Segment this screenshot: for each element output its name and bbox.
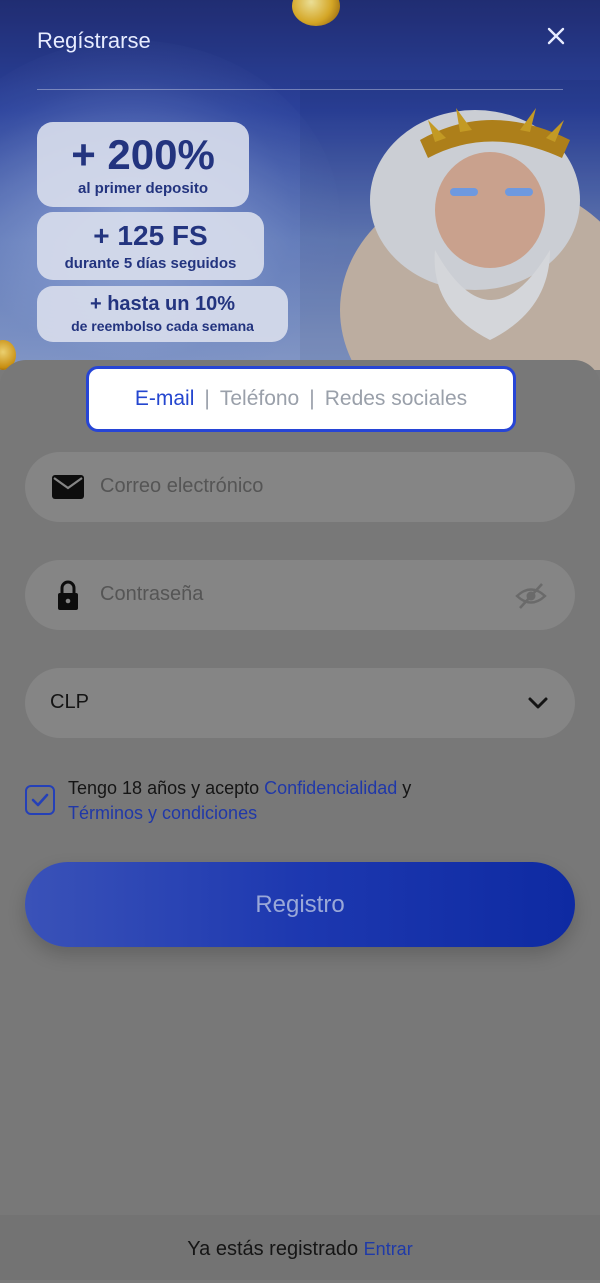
close-icon bbox=[547, 27, 565, 45]
password-placeholder: Contraseña bbox=[100, 583, 204, 605]
envelope-icon bbox=[52, 475, 84, 499]
chevron-down-icon bbox=[528, 697, 548, 709]
promo-title: + hasta un 10% bbox=[89, 293, 236, 315]
email-placeholder: Correo electrónico bbox=[100, 475, 264, 497]
promo-title: + 200% bbox=[71, 131, 215, 178]
register-button[interactable]: Registro bbox=[25, 862, 575, 947]
password-field[interactable]: Contraseña bbox=[25, 560, 575, 630]
tab-separator: | bbox=[204, 387, 210, 410]
checkmark-icon bbox=[31, 793, 49, 807]
page-title: Regístrarse bbox=[37, 28, 151, 53]
registration-method-tabs: E-mail | Teléfono | Redes sociales bbox=[86, 366, 516, 432]
tab-social[interactable]: Redes sociales bbox=[325, 387, 467, 411]
login-link[interactable]: Entrar bbox=[364, 1239, 413, 1259]
promo-subtitle: al primer deposito bbox=[77, 180, 209, 197]
promo-card-free-spins: + 125 FS durante 5 días seguidos bbox=[37, 212, 264, 280]
privacy-link[interactable]: Confidencialidad bbox=[264, 778, 397, 798]
promo-card-cashback: + hasta un 10% de reembolso cada semana bbox=[37, 286, 288, 342]
terms-link[interactable]: Términos y condiciones bbox=[68, 803, 257, 823]
tab-phone[interactable]: Teléfono bbox=[220, 387, 299, 411]
terms-text: Tengo 18 años y acepto Confidencialidad … bbox=[68, 776, 568, 826]
terms-checkbox[interactable] bbox=[25, 785, 55, 815]
hero-banner: Regístrarse + 200% al primer deposito + … bbox=[0, 0, 600, 370]
close-button[interactable] bbox=[540, 20, 572, 52]
promo-title: + 125 FS bbox=[93, 220, 208, 251]
terms-text-before: Tengo 18 años y acepto bbox=[68, 778, 265, 798]
promo-card-deposit: + 200% al primer deposito bbox=[37, 122, 249, 207]
header-divider bbox=[37, 89, 563, 90]
eye-off-icon[interactable] bbox=[515, 581, 547, 611]
promo-subtitle: durante 5 días seguidos bbox=[64, 255, 237, 272]
email-field[interactable]: Correo electrónico bbox=[25, 452, 575, 522]
lock-icon bbox=[58, 580, 78, 610]
currency-select[interactable]: CLP bbox=[25, 668, 575, 738]
promo-subtitle: de reembolso cada semana bbox=[71, 318, 254, 334]
tab-email[interactable]: E-mail bbox=[135, 387, 195, 411]
currency-value: CLP bbox=[50, 691, 89, 713]
terms-and: y bbox=[397, 778, 412, 798]
tab-separator: | bbox=[309, 387, 315, 410]
footer-text: Ya estás registrado bbox=[187, 1238, 364, 1260]
footer-login-prompt: Ya estás registrado Entrar bbox=[0, 1215, 600, 1280]
